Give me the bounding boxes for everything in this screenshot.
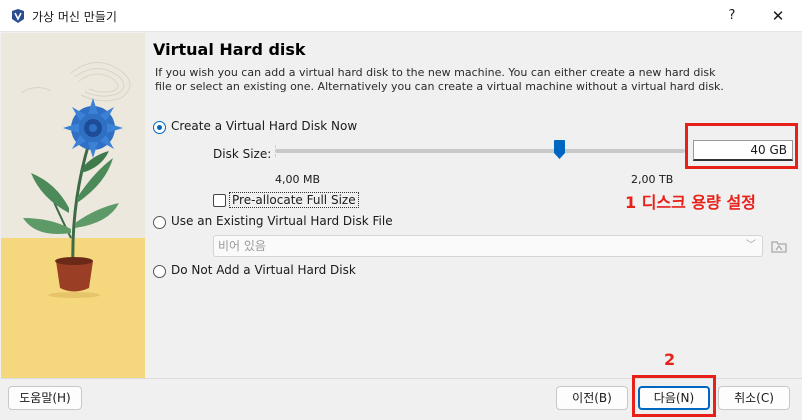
disk-size-slider-thumb[interactable] xyxy=(554,140,565,159)
disk-size-label: Disk Size: xyxy=(213,147,272,161)
next-button[interactable]: 다음(N) xyxy=(638,386,710,410)
disk-size-max: 2,00 TB xyxy=(631,173,674,186)
cancel-button[interactable]: 취소(C) xyxy=(718,386,790,410)
use-existing-radio[interactable] xyxy=(153,216,166,229)
create-disk-label[interactable]: Create a Virtual Hard Disk Now xyxy=(171,119,357,133)
slider-ticks xyxy=(275,145,276,157)
virtualbox-icon xyxy=(12,9,24,23)
no-disk-label[interactable]: Do Not Add a Virtual Hard Disk xyxy=(171,263,356,277)
window-title: 가상 머신 만들기 xyxy=(32,10,117,24)
back-button[interactable]: 이전(B) xyxy=(556,386,628,410)
page-title: Virtual Hard disk xyxy=(153,40,306,59)
help-button[interactable]: 도움말(H) xyxy=(8,386,82,410)
chevron-down-icon: ﹀ xyxy=(746,240,756,251)
use-existing-label[interactable]: Use an Existing Virtual Hard Disk File xyxy=(171,214,393,228)
wizard-content: Virtual Hard disk If you wish you can ad… xyxy=(145,33,802,378)
close-window-button[interactable]: ✕ xyxy=(764,4,792,28)
preallocate-label[interactable]: Pre-allocate Full Size xyxy=(229,192,359,208)
wizard-illustration xyxy=(1,33,145,378)
existing-disk-value: 비어 있음 xyxy=(218,239,266,253)
page-description: If you wish you can add a virtual hard d… xyxy=(155,66,724,93)
create-disk-radio[interactable] xyxy=(153,121,166,134)
help-title-button[interactable]: ? xyxy=(718,4,746,28)
disk-size-input[interactable]: 40 GB xyxy=(693,140,793,161)
annotation-step-2: 2 xyxy=(664,350,676,369)
annotation-step-1: 1 디스크 용량 설정 xyxy=(625,193,756,212)
existing-disk-select[interactable]: 비어 있음 ﹀ xyxy=(213,235,763,257)
disk-size-min: 4,00 MB xyxy=(275,173,321,186)
preallocate-checkbox[interactable] xyxy=(213,194,226,207)
folder-icon[interactable] xyxy=(769,236,789,256)
no-disk-radio[interactable] xyxy=(153,265,166,278)
title-bar: 가상 머신 만들기 ? ✕ xyxy=(0,0,802,32)
